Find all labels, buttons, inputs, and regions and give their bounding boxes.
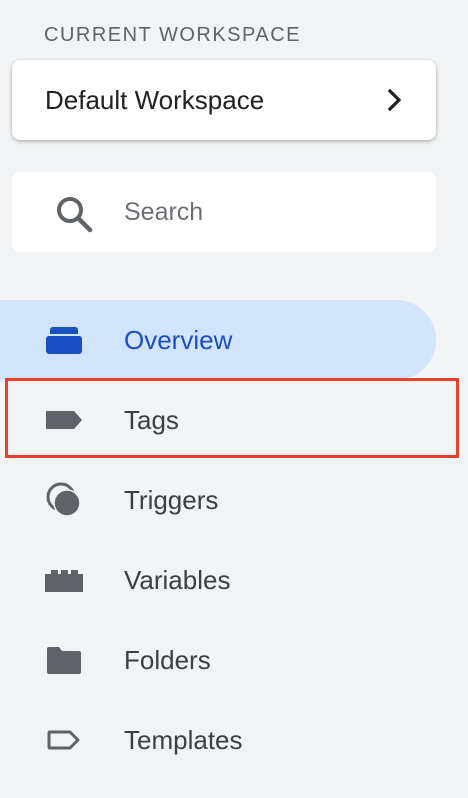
nav-item-tags[interactable]: Tags <box>0 380 436 460</box>
workspace-selector[interactable]: Default Workspace <box>12 60 436 140</box>
nav-item-variables[interactable]: Variables <box>0 540 436 620</box>
search-box[interactable] <box>12 172 436 252</box>
search-icon <box>54 194 94 234</box>
overview-icon <box>44 320 84 360</box>
template-icon <box>44 720 84 760</box>
nav-item-overview[interactable]: Overview <box>0 300 436 380</box>
trigger-icon <box>44 480 84 520</box>
nav-item-triggers[interactable]: Triggers <box>0 460 436 540</box>
search-input[interactable] <box>124 190 414 234</box>
nav-label-tags: Tags <box>124 405 179 435</box>
nav-item-folders[interactable]: Folders <box>0 620 436 700</box>
nav-label-triggers: Triggers <box>124 485 219 515</box>
tag-icon <box>44 400 84 440</box>
nav-label-overview: Overview <box>124 325 233 355</box>
nav-label-templates: Templates <box>124 725 243 755</box>
nav-label-folders: Folders <box>124 645 211 675</box>
chevron-right-icon <box>384 89 406 111</box>
variables-icon <box>44 560 84 600</box>
current-workspace-label: CURRENT WORKSPACE <box>44 24 302 46</box>
workspace-name: Default Workspace <box>45 84 265 115</box>
nav-label-variables: Variables <box>124 565 231 595</box>
folder-icon <box>44 640 84 680</box>
nav-item-templates[interactable]: Templates <box>0 700 436 780</box>
